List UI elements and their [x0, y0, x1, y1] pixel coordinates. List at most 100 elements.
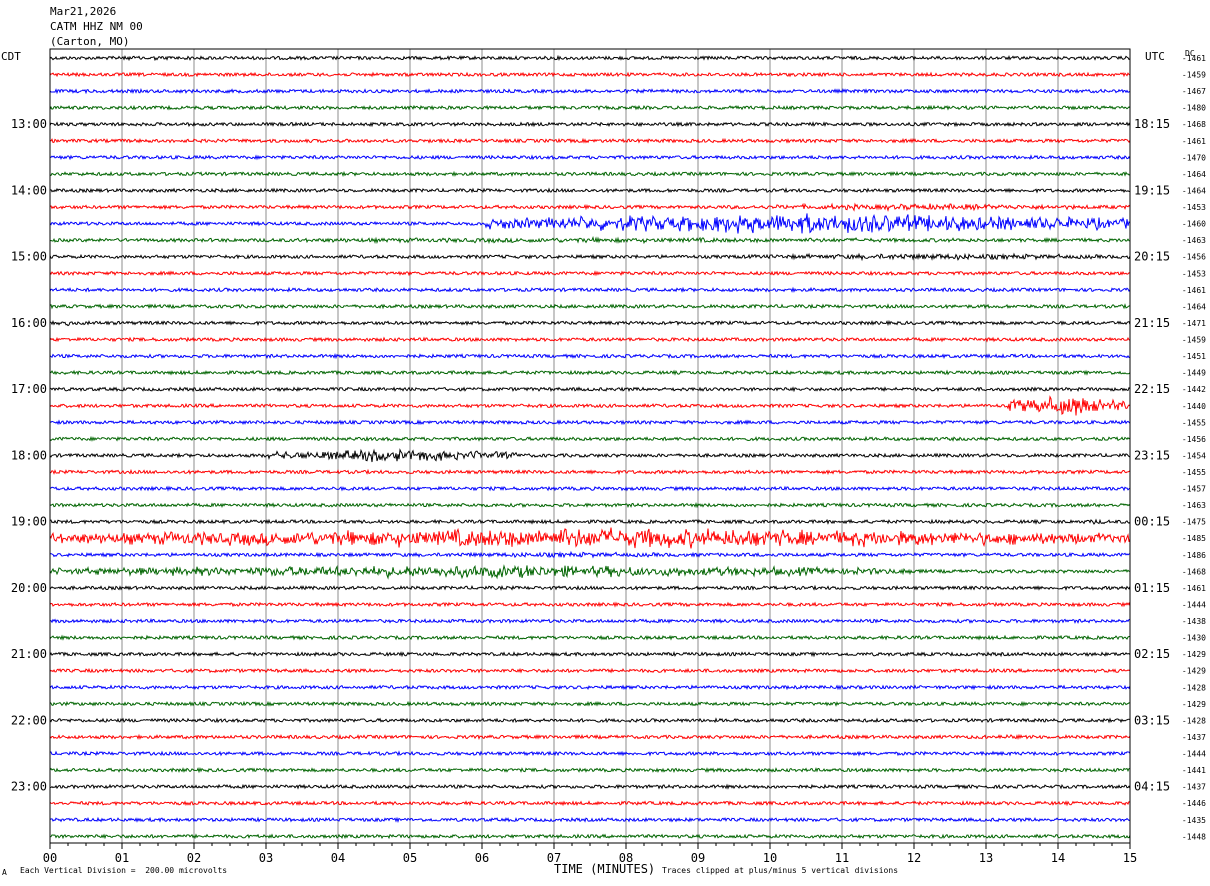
plot-frame	[49, 48, 1131, 849]
dc-offset-label: -1461	[1182, 286, 1206, 295]
trace-9	[49, 187, 1131, 194]
right-hour-label: 21:15	[1134, 316, 1170, 330]
left-hour-label: 21:00	[11, 647, 47, 661]
trace-29	[49, 518, 1131, 525]
dc-offset-label: -1446	[1182, 799, 1206, 808]
left-hour-label: 22:00	[11, 713, 47, 727]
plot-border	[49, 48, 1131, 844]
dc-offset-label: -1457	[1182, 485, 1206, 494]
dc-offset-label: -1451	[1182, 352, 1206, 361]
trace-3	[49, 88, 1131, 95]
dc-offset-label: -1470	[1182, 153, 1206, 162]
left-hour-label: 17:00	[11, 382, 47, 396]
dc-offset-label: -1428	[1182, 716, 1206, 725]
right-hour-label: 19:15	[1134, 183, 1170, 197]
x-tick-label: 01	[115, 851, 129, 865]
seismic-traces	[49, 54, 1131, 840]
trace-20	[49, 369, 1131, 376]
trace-43	[49, 750, 1131, 757]
dc-offset-label: -1449	[1182, 369, 1206, 378]
seismogram-plot: 00 01 02 03 04 05 06 07 08 09 10 11 12 13 14 1513:0014:…	[11, 48, 1206, 865]
dc-offset-label: -1480	[1182, 104, 1206, 113]
trace-45	[49, 783, 1131, 790]
trace-16	[49, 303, 1131, 310]
dc-offset-label: -1428	[1182, 683, 1206, 692]
trace-44	[49, 766, 1130, 774]
trace-41	[49, 717, 1131, 724]
dc-offset-label: -1471	[1182, 319, 1206, 328]
x-tick-label: 05	[403, 851, 417, 865]
trace-40	[49, 700, 1131, 707]
dc-offset-label: -1453	[1182, 269, 1206, 278]
dc-offset-label: -1464	[1182, 186, 1206, 195]
trace-2	[49, 71, 1131, 78]
left-hour-label: 14:00	[11, 183, 47, 197]
trace-22	[49, 395, 1131, 416]
trace-6	[49, 137, 1131, 144]
dc-offset-label: -1460	[1182, 220, 1206, 229]
trace-10	[49, 202, 1131, 212]
trace-25	[49, 448, 1131, 463]
x-axis-title: TIME (MINUTES)	[554, 862, 656, 876]
trace-33	[49, 584, 1131, 591]
trace-37	[49, 651, 1131, 658]
x-tick-label: 06	[475, 851, 489, 865]
dc-offset-label: -1486	[1182, 551, 1206, 560]
trace-26	[49, 468, 1131, 476]
x-tick-label: 12	[907, 851, 921, 865]
dc-offset-label: -1467	[1182, 87, 1206, 96]
dc-offset-label: -1459	[1182, 336, 1206, 345]
dc-offset-label: -1454	[1182, 451, 1206, 460]
right-hour-label: 04:15	[1134, 780, 1170, 794]
dc-offset-label: -1437	[1182, 733, 1206, 742]
dc-offset-label: -1448	[1182, 832, 1206, 841]
left-hour-label: 15:00	[11, 250, 47, 264]
dc-offset-label: -1459	[1182, 71, 1206, 80]
trace-18	[49, 336, 1131, 343]
dc-offset-label: -1456	[1182, 253, 1206, 262]
trace-8	[49, 170, 1131, 178]
trace-1	[49, 54, 1131, 62]
x-tick-label: 14	[1051, 851, 1065, 865]
x-tick-label: 02	[187, 851, 201, 865]
trace-17	[49, 319, 1131, 327]
dc-offset-label: -1442	[1182, 385, 1206, 394]
dc-offset-label: -1468	[1182, 567, 1206, 576]
trace-14	[49, 270, 1131, 277]
trace-30	[49, 527, 1131, 549]
dc-offset-label: -1429	[1182, 667, 1206, 676]
dc-offset-label: -1456	[1182, 435, 1206, 444]
dc-offset-label: -1444	[1182, 750, 1206, 759]
dc-offset-label: -1435	[1182, 816, 1206, 825]
dc-offset-label: -1444	[1182, 600, 1206, 609]
trace-24	[49, 435, 1131, 442]
corner-mark: А	[2, 868, 7, 877]
dc-offset-label: -1430	[1182, 634, 1206, 643]
right-hour-label: 01:15	[1134, 581, 1170, 595]
clipping-note: Traces clipped at plus/minus 5 vertical …	[662, 866, 899, 875]
dc-offset-label: -1429	[1182, 700, 1206, 709]
right-hour-label: 03:15	[1134, 713, 1170, 727]
dc-offset-label: -1461	[1182, 137, 1206, 146]
dc-offset-label: -1461	[1182, 54, 1206, 63]
left-hour-label: 13:00	[11, 117, 47, 131]
dc-offset-label: -1429	[1182, 650, 1206, 659]
trace-39	[49, 684, 1131, 691]
x-tick-label: 11	[835, 851, 849, 865]
trace-35	[49, 617, 1131, 625]
left-hour-label: 20:00	[11, 581, 47, 595]
trace-11	[49, 213, 1131, 234]
trace-27	[49, 485, 1131, 492]
left-hour-label: 19:00	[11, 515, 47, 529]
trace-7	[49, 154, 1131, 161]
trace-32	[49, 564, 1130, 580]
trace-15	[49, 286, 1131, 293]
trace-42	[49, 733, 1131, 740]
trace-12	[49, 236, 1131, 245]
trace-5	[49, 121, 1131, 128]
dc-offset-label: -1455	[1182, 468, 1206, 477]
right-hour-label: 20:15	[1134, 250, 1170, 264]
dc-offset-label: -1461	[1182, 584, 1206, 593]
trace-47	[49, 816, 1131, 823]
dc-offset-label: -1464	[1182, 302, 1206, 311]
